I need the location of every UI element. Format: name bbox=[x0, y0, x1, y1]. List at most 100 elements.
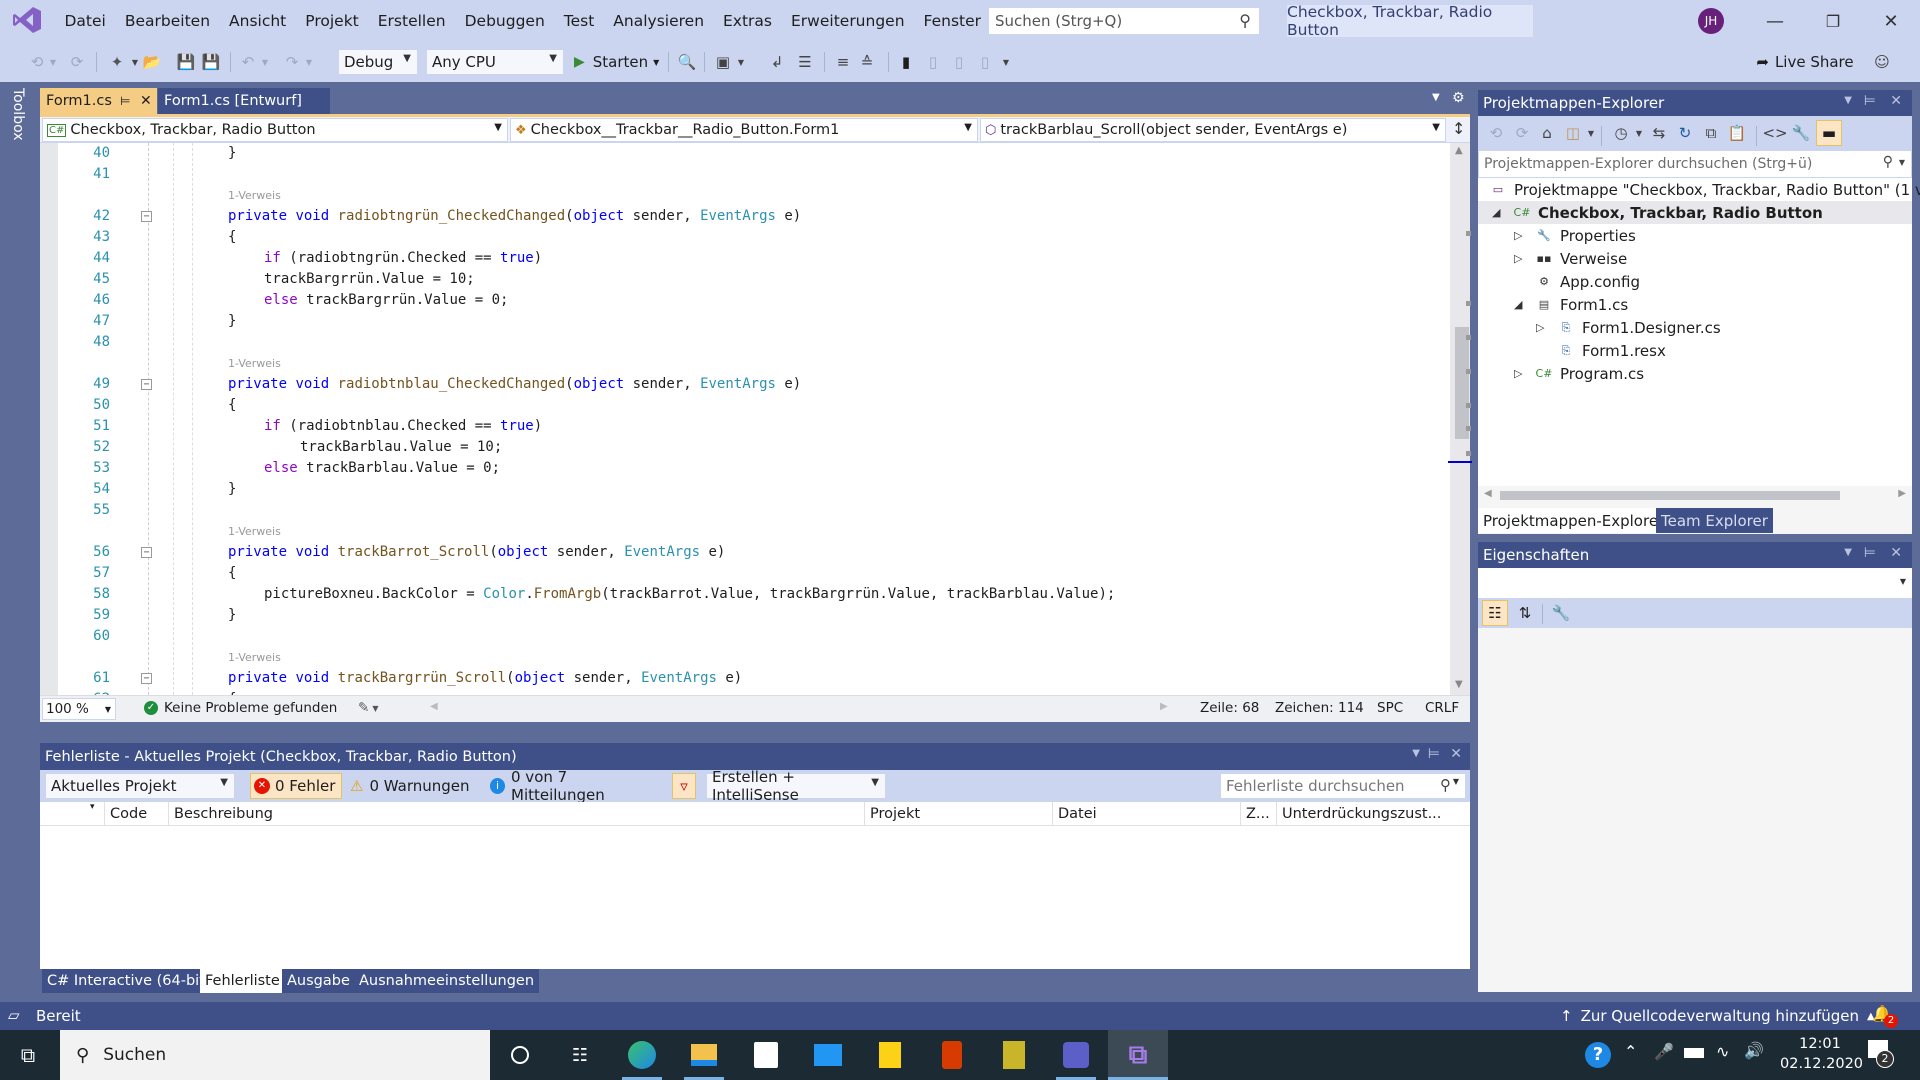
scroll-thumb[interactable] bbox=[1500, 491, 1840, 500]
live-share-button[interactable]: ➦ Live Share bbox=[1750, 50, 1860, 74]
member-dropdown[interactable]: ⬡ trackBarblau_Scroll(object sender, Eve… bbox=[980, 118, 1446, 142]
codelens-references[interactable]: 1-Verweis bbox=[228, 189, 281, 205]
toolbar-overflow[interactable]: ▼ bbox=[1000, 50, 1012, 74]
tab-csharp-interactive[interactable]: C# Interactive (64-bit) bbox=[42, 969, 216, 993]
step-into-button[interactable]: ↲ bbox=[766, 50, 788, 74]
categorized-button[interactable]: ☷ bbox=[1482, 600, 1508, 626]
window-position-icon[interactable]: ▼ bbox=[1844, 547, 1852, 558]
save-all-button[interactable]: 💾 bbox=[200, 50, 222, 74]
expand-arrow-icon[interactable]: ▷ bbox=[1514, 252, 1526, 265]
back-button[interactable]: ⟲ bbox=[1486, 121, 1506, 145]
pin-icon[interactable]: ⊨ bbox=[1864, 93, 1876, 109]
visual-studio-logo-icon[interactable] bbox=[12, 6, 42, 34]
tab-form1-cs[interactable]: Form1.cs ⊨ ✕ bbox=[40, 88, 157, 114]
code-cleanup-button[interactable]: ✎ ▼ bbox=[358, 700, 378, 716]
taskbar-teams[interactable] bbox=[1046, 1030, 1106, 1080]
open-file-button[interactable]: 📂 bbox=[142, 50, 162, 74]
collapse-icon[interactable]: − bbox=[141, 673, 152, 684]
undo-button[interactable]: ↶ bbox=[238, 50, 258, 74]
column-header-file[interactable]: Datei bbox=[1052, 802, 1240, 826]
taskbar-mail[interactable] bbox=[798, 1030, 858, 1080]
redo-button[interactable]: ↷ bbox=[282, 50, 302, 74]
split-window-icon[interactable]: ↕ bbox=[1452, 119, 1465, 138]
solution-configuration-select[interactable]: Debug ▼ bbox=[338, 49, 418, 75]
tab-exception-settings[interactable]: Ausnahmeeinstellungen bbox=[354, 969, 540, 993]
search-input[interactable]: Suchen (Strg+Q) ⚲ bbox=[988, 7, 1260, 35]
taskbar-sticky-notes[interactable] bbox=[860, 1030, 920, 1080]
show-threads-button[interactable]: ☰ bbox=[794, 50, 816, 74]
taskbar-store[interactable] bbox=[736, 1030, 796, 1080]
close-icon[interactable]: ✕ bbox=[1890, 93, 1902, 109]
tab-solution-explorer[interactable]: Projektmappen-Explorer bbox=[1478, 508, 1670, 533]
comment-out-button[interactable]: ≡ bbox=[832, 50, 854, 74]
taskbar-labview[interactable] bbox=[984, 1030, 1044, 1080]
refresh-button[interactable]: ↻ bbox=[1674, 121, 1696, 145]
start-button[interactable]: ⧉ bbox=[0, 1030, 56, 1080]
taskbar-office[interactable] bbox=[922, 1030, 982, 1080]
tree-item[interactable]: ⎘ Form1.resx bbox=[1478, 339, 1912, 362]
column-header-project[interactable]: Projekt bbox=[864, 802, 1052, 826]
code-area[interactable]: 40} 41 1-Verweis 42 − private void radiobtngr… bbox=[40, 143, 1450, 695]
menu-item-test[interactable]: Test bbox=[554, 12, 604, 30]
menu-item-analysieren[interactable]: Analysieren bbox=[604, 12, 714, 30]
minimize-button[interactable]: — bbox=[1752, 0, 1798, 42]
switch-views-dropdown[interactable]: ▼ bbox=[1586, 121, 1596, 145]
collapse-arrow-icon[interactable]: ◢ bbox=[1492, 206, 1504, 219]
tab-team-explorer[interactable]: Team Explorer bbox=[1656, 508, 1773, 533]
solution-explorer-search-input[interactable]: Projektmappen-Explorer durchsuchen (Strg… bbox=[1478, 150, 1912, 178]
taskbar-file-explorer[interactable] bbox=[674, 1030, 734, 1080]
find-in-files-button[interactable]: 🔍 bbox=[676, 50, 698, 74]
clock[interactable]: 12:01 02.12.2020 bbox=[1780, 1034, 1863, 1074]
new-project-button[interactable]: ✦ bbox=[106, 50, 128, 74]
scope-select[interactable]: Aktuelles Projekt ▼ bbox=[45, 773, 235, 799]
codelens-references[interactable]: 1-Verweis bbox=[228, 651, 281, 667]
tree-item[interactable]: ◢ C# Checkbox, Trackbar, Radio Button bbox=[1478, 201, 1912, 224]
back-button[interactable]: ⟲ bbox=[28, 50, 46, 74]
tab-overflow-icon[interactable]: ▼ bbox=[1432, 92, 1440, 103]
menu-item-ansicht[interactable]: Ansicht bbox=[220, 12, 296, 30]
preview-selected-items-toggle[interactable]: ▬ bbox=[1816, 120, 1842, 146]
toggle-bookmark-button[interactable]: ▮ bbox=[896, 50, 916, 74]
solution-horizontal-scrollbar[interactable]: ◀ ▶ bbox=[1478, 486, 1912, 504]
codelens-references[interactable]: 1-Verweis bbox=[228, 525, 281, 541]
start-button[interactable]: ▶ Starten ▼ bbox=[574, 50, 664, 74]
filter-dropdown[interactable]: ▼ bbox=[1634, 121, 1644, 145]
build-source-select[interactable]: Erstellen + IntelliSense ▼ bbox=[706, 768, 886, 804]
messages-filter-toggle[interactable]: i 0 von 7 Mitteilungen bbox=[486, 768, 656, 804]
errors-filter-toggle[interactable]: ✕ 0 Fehler bbox=[250, 773, 342, 799]
wifi-icon[interactable]: ∿ bbox=[1716, 1042, 1729, 1061]
volume-icon[interactable]: 🔊 bbox=[1744, 1041, 1764, 1060]
menu-item-bearbeiten[interactable]: Bearbeiten bbox=[115, 12, 219, 30]
project-dropdown[interactable]: C# Checkbox, Trackbar, Radio Button ▼ bbox=[42, 118, 508, 142]
properties-button[interactable]: 🔧 bbox=[1790, 121, 1812, 145]
pin-icon[interactable]: ⊨ bbox=[1428, 746, 1440, 762]
hscroll-right-icon[interactable]: ▶ bbox=[1160, 701, 1168, 712]
column-header-code[interactable]: Code bbox=[104, 802, 168, 826]
taskbar-search-input[interactable]: ⚲ Suchen bbox=[60, 1030, 490, 1080]
help-tray-icon[interactable]: ? bbox=[1585, 1042, 1611, 1068]
view-code-button[interactable]: <> bbox=[1762, 121, 1787, 145]
column-header-description[interactable]: Beschreibung bbox=[168, 802, 864, 826]
tab-error-list[interactable]: Fehlerliste bbox=[200, 969, 285, 993]
clear-filter-button[interactable]: ▿ bbox=[672, 773, 696, 799]
zoom-select[interactable]: 100 % ▼ bbox=[42, 698, 116, 720]
line-ending[interactable]: CRLF bbox=[1425, 700, 1459, 716]
cortana-button[interactable] bbox=[490, 1030, 550, 1080]
avatar[interactable]: JH bbox=[1698, 8, 1724, 34]
window-position-icon[interactable]: ▼ bbox=[1844, 95, 1852, 106]
tree-item[interactable]: ▷ C# Program.cs bbox=[1478, 362, 1912, 385]
tree-item[interactable]: ▷ 🔧 Properties bbox=[1478, 224, 1912, 247]
expand-arrow-icon[interactable]: ▷ bbox=[1536, 321, 1548, 334]
forward-button[interactable]: ⟳ bbox=[68, 50, 86, 74]
show-hidden-icons[interactable]: ⌃ bbox=[1624, 1042, 1637, 1061]
save-button[interactable]: 💾 bbox=[176, 50, 196, 74]
scroll-right-icon[interactable]: ▶ bbox=[1898, 488, 1906, 499]
scroll-up-icon[interactable]: ▲ bbox=[1455, 145, 1463, 156]
uncomment-button[interactable]: ≙ bbox=[856, 50, 878, 74]
switch-views-button[interactable]: ◫ bbox=[1562, 121, 1584, 145]
scroll-left-icon[interactable]: ◀ bbox=[1484, 488, 1492, 499]
object-select[interactable]: ▼ bbox=[1478, 568, 1912, 598]
menu-item-fenster[interactable]: Fenster bbox=[914, 12, 991, 30]
close-icon[interactable]: ✕ bbox=[1450, 746, 1462, 762]
indent-mode[interactable]: SPC bbox=[1377, 700, 1403, 716]
